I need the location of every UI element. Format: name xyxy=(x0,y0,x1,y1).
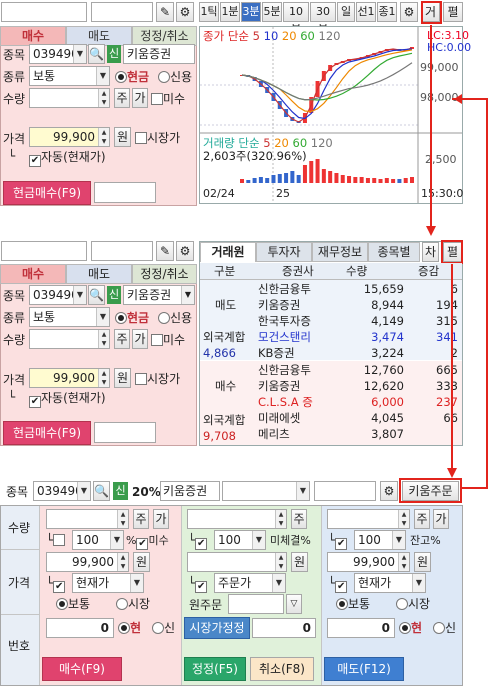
orig-order-dropdown[interactable]: ▽ xyxy=(286,594,302,614)
modify-tree: └ ✔ xyxy=(188,533,208,550)
modify-pct-select[interactable]: 100 ▼ xyxy=(214,530,266,550)
sell-pct-select[interactable]: 100 ▼ xyxy=(354,530,406,550)
buy-price-input[interactable]: 99,900 ▲ ▼ xyxy=(46,552,129,572)
modify-price-type-select[interactable]: 주문가 ▼ xyxy=(214,573,286,593)
modify-price-tree: └ ✔ xyxy=(188,576,208,593)
sell-ga-button[interactable]: 가 xyxy=(433,509,449,529)
modify-ju-button[interactable]: 주 xyxy=(291,509,307,529)
market-modify-button[interactable]: 시장가정정 xyxy=(184,617,250,639)
sell-number-input[interactable]: 0 xyxy=(327,618,395,638)
sell-submit-button[interactable]: 매도(F12) xyxy=(324,657,404,681)
sell-tree: └ ✔ xyxy=(328,533,348,550)
buy-price-unit[interactable]: 원 xyxy=(133,552,150,572)
buy-tree: └ xyxy=(46,532,66,548)
buy-radio-sin[interactable]: 신 xyxy=(152,620,175,636)
sell-price-type-select[interactable]: 현재가 ▼ xyxy=(354,573,426,593)
buy-price-type-select[interactable]: 현재가 ▼ xyxy=(72,573,144,593)
row-label-qty: 수량 xyxy=(8,521,31,535)
buy-radio-normal[interactable]: 보통 xyxy=(56,596,90,612)
orig-order-label: 원주문 xyxy=(189,598,223,612)
row-label-number: 번호 xyxy=(8,639,31,653)
buy-pct-select[interactable]: 100 ▼ xyxy=(72,530,124,550)
modify-price-input[interactable]: ▲ ▼ xyxy=(187,552,287,572)
buy-submit-button[interactable]: 매수(F9) xyxy=(42,657,122,681)
sell-qty-input[interactable]: ▲ ▼ xyxy=(327,509,410,529)
sell-ju-button[interactable]: 주 xyxy=(414,509,430,529)
buy-qty-input[interactable]: ▲ ▼ xyxy=(46,509,129,529)
sell-price-tree: └ ✔ xyxy=(328,576,348,593)
buy-unfilled-check[interactable]: % ✔ 미수 xyxy=(126,533,169,550)
modify-qty-input[interactable]: ▲ ▼ xyxy=(187,509,287,529)
modify-submit-button[interactable]: 정정(F5) xyxy=(184,657,246,681)
buy-number-input[interactable]: 0 xyxy=(46,618,114,638)
buy-radio-hyeon[interactable]: 현 xyxy=(118,620,141,636)
sell-radio-normal[interactable]: 보통 xyxy=(336,596,370,612)
modify-unfilled-check[interactable]: 미체결% xyxy=(270,533,311,549)
sell-radio-hyeon[interactable]: 현 xyxy=(399,620,422,636)
sell-radio-market[interactable]: 시장 xyxy=(396,596,430,612)
modify-number-input[interactable]: 0 xyxy=(252,618,316,638)
modify-price-unit[interactable]: 원 xyxy=(291,552,308,572)
sell-balance-check[interactable]: 잔고% xyxy=(410,533,441,549)
sell-radio-sin[interactable]: 신 xyxy=(433,620,456,636)
row-label-price: 가격 xyxy=(8,576,31,590)
buy-ju-button[interactable]: 주 xyxy=(133,509,149,529)
buy-price-tree: └ ✔ xyxy=(46,576,66,593)
buy-radio-market[interactable]: 시장 xyxy=(116,596,150,612)
orig-order-input[interactable] xyxy=(228,594,284,614)
sell-price-unit[interactable]: 원 xyxy=(414,552,431,572)
cancel-submit-button[interactable]: 취소(F8) xyxy=(250,657,314,681)
sell-price-input[interactable]: 99,900 ▲ ▼ xyxy=(327,552,410,572)
buy-ga-button[interactable]: 가 xyxy=(153,509,169,529)
